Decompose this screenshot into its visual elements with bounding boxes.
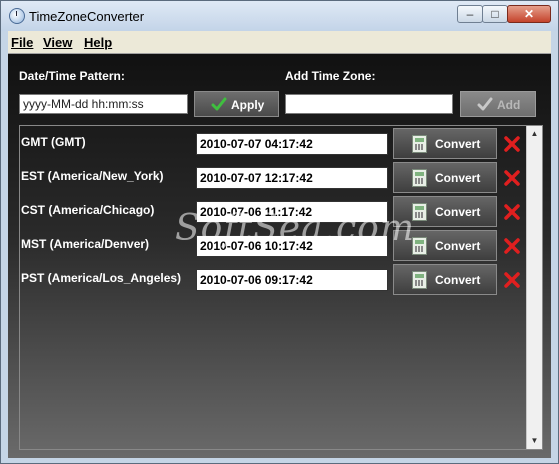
convert-button[interactable]: Convert	[393, 128, 497, 159]
menu-file[interactable]: File	[11, 35, 33, 50]
window-title: TimeZoneConverter	[29, 9, 145, 24]
timezone-row: GMT (GMT) 2010-07-07 04:17:42 Convert	[20, 127, 525, 159]
convert-button[interactable]: Convert	[393, 162, 497, 193]
timezone-row: CST (America/Chicago) 2010-07-06 11:17:4…	[20, 195, 525, 227]
timezone-row: PST (America/Los_Angeles) 2010-07-06 09:…	[20, 263, 525, 295]
zone-label: MST (America/Denver)	[21, 237, 150, 251]
delete-button[interactable]	[500, 230, 524, 261]
calculator-icon	[412, 237, 427, 255]
add-label: Add	[497, 98, 521, 112]
convert-label: Convert	[435, 239, 481, 253]
maximize-button[interactable]: □	[482, 5, 508, 23]
apply-button[interactable]: Apply	[194, 91, 279, 117]
convert-label: Convert	[435, 171, 481, 185]
datetime-field[interactable]: 2010-07-06 09:17:42	[196, 269, 388, 291]
title-bar: TimeZoneConverter – □ ✕	[1, 1, 558, 31]
convert-label: Convert	[435, 273, 481, 287]
convert-label: Convert	[435, 205, 481, 219]
main-panel: Date/Time Pattern: Add Time Zone: yyyy-M…	[8, 54, 551, 458]
datetime-field[interactable]: 2010-07-07 12:17:42	[196, 167, 388, 189]
menu-view[interactable]: View	[43, 35, 72, 50]
close-button[interactable]: ✕	[507, 5, 551, 23]
check-icon	[211, 97, 227, 111]
delete-x-icon	[504, 204, 520, 220]
vertical-scrollbar[interactable]: ▲ ▼	[526, 126, 542, 449]
delete-x-icon	[504, 238, 520, 254]
minimize-button[interactable]: –	[457, 5, 483, 23]
datetime-field[interactable]: 2010-07-07 04:17:42	[196, 133, 388, 155]
scroll-down-icon[interactable]: ▼	[528, 434, 541, 448]
calculator-icon	[412, 271, 427, 289]
convert-button[interactable]: Convert	[393, 230, 497, 261]
delete-button[interactable]	[500, 264, 524, 295]
zone-label: GMT (GMT)	[21, 135, 86, 149]
delete-button[interactable]	[500, 162, 524, 193]
menu-help[interactable]: Help	[84, 35, 112, 50]
convert-button[interactable]: Convert	[393, 264, 497, 295]
delete-x-icon	[504, 136, 520, 152]
calculator-icon	[412, 169, 427, 187]
add-button[interactable]: Add	[460, 91, 536, 117]
datetime-field[interactable]: 2010-07-06 11:17:42	[196, 201, 388, 223]
convert-button[interactable]: Convert	[393, 196, 497, 227]
delete-x-icon	[504, 272, 520, 288]
pattern-label: Date/Time Pattern:	[19, 69, 125, 83]
pattern-input[interactable]: yyyy-MM-dd hh:mm:ss	[19, 94, 188, 114]
add-zone-input[interactable]	[285, 94, 453, 114]
add-zone-label: Add Time Zone:	[285, 69, 376, 83]
timezone-list: GMT (GMT) 2010-07-07 04:17:42 Convert ES…	[19, 125, 543, 450]
datetime-field[interactable]: 2010-07-06 10:17:42	[196, 235, 388, 257]
zone-label: PST (America/Los_Angeles)	[21, 271, 182, 285]
zone-label: CST (America/Chicago)	[21, 203, 155, 217]
convert-label: Convert	[435, 137, 481, 151]
delete-button[interactable]	[500, 196, 524, 227]
scroll-up-icon[interactable]: ▲	[528, 127, 541, 141]
timezone-row: MST (America/Denver) 2010-07-06 10:17:42…	[20, 229, 525, 261]
delete-button[interactable]	[500, 128, 524, 159]
menu-bar: File View Help	[8, 31, 551, 54]
delete-x-icon	[504, 170, 520, 186]
timezone-row: EST (America/New_York) 2010-07-07 12:17:…	[20, 161, 525, 193]
client-area: File View Help Date/Time Pattern: Add Ti…	[8, 31, 551, 458]
clock-icon	[9, 8, 25, 24]
calculator-icon	[412, 203, 427, 221]
zone-label: EST (America/New_York)	[21, 169, 164, 183]
app-window: TimeZoneConverter – □ ✕ File View Help D…	[0, 0, 559, 464]
calculator-icon	[412, 135, 427, 153]
apply-label: Apply	[231, 98, 265, 112]
check-icon	[477, 97, 493, 111]
